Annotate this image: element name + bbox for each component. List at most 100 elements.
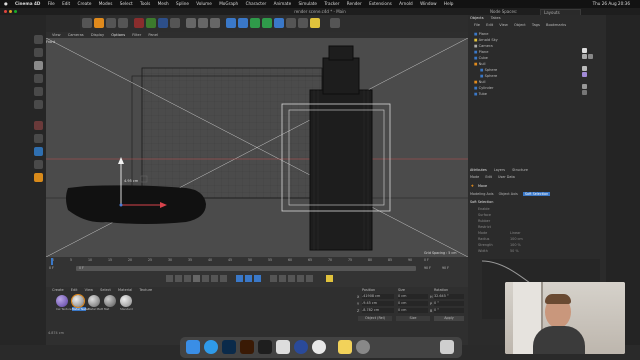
rotation-h-field[interactable]: 32.645 ° (434, 294, 464, 299)
material-slot[interactable]: Metal Matt (88, 295, 103, 311)
rotation-p-field[interactable]: 0 ° (434, 301, 464, 306)
material-tag-icon[interactable] (582, 48, 587, 53)
camera-icon[interactable] (298, 18, 308, 28)
object-menu-view[interactable]: View (499, 23, 508, 27)
menu-edit[interactable]: Edit (62, 1, 70, 6)
end-frame-field[interactable]: 90 F (424, 266, 431, 270)
workplane-icon[interactable] (34, 160, 43, 169)
coordinate-mode-dropdown[interactable]: Object (Rel) (358, 316, 392, 321)
enable-axis-icon[interactable] (34, 121, 43, 130)
object-menu-edit[interactable]: Edit (486, 23, 493, 27)
material-tag-icon[interactable] (582, 66, 587, 71)
menu-create[interactable]: Create (78, 1, 92, 6)
zoom-dot-icon[interactable] (14, 10, 17, 13)
position-x-field[interactable]: -41908 cm (362, 294, 394, 299)
prev-key-icon[interactable] (175, 275, 182, 282)
object-menu-object[interactable]: Object (514, 23, 526, 27)
dock-photoshop-icon[interactable] (222, 340, 236, 354)
goto-start-icon[interactable] (166, 275, 173, 282)
edges-mode-icon[interactable] (34, 87, 43, 96)
object-menu-tags[interactable]: Tags (532, 23, 540, 27)
dock-illustrator-icon[interactable] (240, 340, 254, 354)
subtab-modeling-axis[interactable]: Modeling Axis (470, 192, 494, 196)
field-value[interactable]: 100 % (510, 243, 521, 247)
menu-help[interactable]: Help (444, 1, 454, 6)
field-value[interactable]: 50 % (510, 249, 519, 253)
position-y-field[interactable]: -9.45 cm (362, 301, 394, 306)
material-slot[interactable]: Standard (120, 295, 134, 311)
menu-window[interactable]: Window (420, 1, 437, 6)
size-y-field[interactable]: 0 cm (398, 301, 428, 306)
arnold-icon[interactable] (330, 18, 340, 28)
menu-render[interactable]: Render (347, 1, 362, 6)
render-picture-viewer-icon[interactable] (198, 18, 208, 28)
material-tag-icon[interactable] (582, 90, 587, 95)
attribute-menu-user-data[interactable]: User Data (498, 175, 515, 179)
material-menu-edit[interactable]: Edit (71, 288, 78, 292)
material-menu-view[interactable]: View (85, 288, 93, 292)
viewport-menu-options[interactable]: Options (111, 33, 125, 37)
tab-structure[interactable]: Structure (512, 168, 528, 172)
material-tag-icon[interactable] (582, 84, 587, 89)
subdivision-icon[interactable] (250, 18, 260, 28)
z-axis-icon[interactable] (158, 18, 168, 28)
object-row-tube[interactable]: ■ Tube (474, 91, 487, 97)
menu-arnold[interactable]: Arnold (399, 1, 413, 6)
viewport-front[interactable]: 4.95 cm Front Grid Spacing : 5 cm (46, 38, 468, 257)
menu-tracker[interactable]: Tracker (324, 1, 339, 6)
x-axis-icon[interactable] (134, 18, 144, 28)
viewport-menu-cameras[interactable]: Cameras (68, 33, 84, 37)
minimize-dot-icon[interactable] (9, 10, 12, 13)
dock-trash-icon[interactable] (440, 340, 454, 354)
menu-app[interactable]: Cinema 4D (15, 1, 40, 6)
dock-chrome-icon[interactable] (312, 340, 326, 354)
subtab-soft-selection[interactable]: Soft Selection (522, 192, 551, 196)
undo-icon[interactable] (82, 18, 92, 28)
param-key-icon[interactable] (297, 275, 304, 282)
position-key-icon[interactable] (270, 275, 277, 282)
viewport-menu-filter[interactable]: Filter (132, 33, 141, 37)
apply-button[interactable]: Apply (434, 316, 464, 321)
y-axis-icon[interactable] (146, 18, 156, 28)
material-tag-icon[interactable] (588, 54, 593, 59)
polygons-mode-icon[interactable] (34, 100, 43, 109)
size-mode-dropdown[interactable]: Size (396, 316, 430, 321)
menu-tools[interactable]: Tools (140, 1, 150, 6)
tab-attributes[interactable]: Attributes (470, 168, 487, 172)
menu-file[interactable]: File (48, 1, 55, 6)
autokey-icon[interactable] (245, 275, 252, 282)
attribute-menu-mode[interactable]: Mode (470, 175, 479, 179)
timeline-range-bar[interactable] (76, 266, 416, 271)
pen-icon[interactable] (238, 18, 248, 28)
attribute-menu-edit[interactable]: Edit (485, 175, 492, 179)
tweak-icon[interactable] (34, 134, 43, 143)
goto-end-icon[interactable] (220, 275, 227, 282)
cube-icon[interactable] (226, 18, 236, 28)
menu-mograph[interactable]: MoGraph (219, 1, 238, 6)
keyframe-selection-icon[interactable] (254, 275, 261, 282)
record-key-icon[interactable] (236, 275, 243, 282)
dock-preview-icon[interactable] (276, 340, 290, 354)
object-menu-bookmarks[interactable]: Bookmarks (546, 23, 566, 27)
bend-deformer-icon[interactable] (274, 18, 284, 28)
current-frame-field[interactable]: 0 F (79, 266, 84, 270)
menu-select[interactable]: Select (120, 1, 133, 6)
next-key-icon[interactable] (211, 275, 218, 282)
dock-figma-icon[interactable] (258, 340, 272, 354)
menu-spline[interactable]: Spline (176, 1, 189, 6)
material-menu-texture[interactable]: Texture (139, 288, 152, 292)
coordinate-system-icon[interactable] (170, 18, 180, 28)
dock-settings-icon[interactable] (356, 340, 370, 354)
material-slot[interactable]: Mat (104, 295, 118, 311)
field-value[interactable]: Linear (510, 231, 521, 235)
rotate-icon[interactable] (118, 18, 128, 28)
menu-mesh[interactable]: Mesh (158, 1, 169, 6)
texture-mode-icon[interactable] (34, 48, 43, 57)
points-mode-icon[interactable] (34, 74, 43, 83)
object-menu-file[interactable]: File (474, 23, 480, 27)
material-menu-material[interactable]: Material (118, 288, 132, 292)
material-slot[interactable]: Metal Textur (71, 294, 89, 311)
viewport-menu-view[interactable]: View (52, 33, 61, 37)
scheme-icon[interactable] (326, 275, 333, 282)
menu-character[interactable]: Character (246, 1, 267, 6)
